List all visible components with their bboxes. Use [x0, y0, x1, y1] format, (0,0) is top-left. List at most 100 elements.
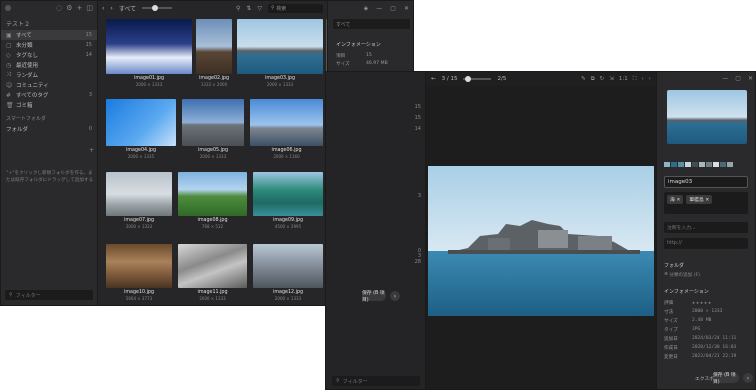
- maximize-icon[interactable]: ▢: [390, 5, 396, 12]
- zoom-knob[interactable]: [465, 76, 472, 82]
- folder-header-label: フォルダ: [6, 127, 29, 133]
- image-dimensions: 768 × 512: [201, 224, 224, 229]
- layout-icon[interactable]: ◫: [86, 4, 93, 12]
- forward-icon[interactable]: ›: [110, 5, 112, 12]
- info-key: 寸法: [664, 310, 674, 315]
- rotate-icon[interactable]: ↻: [600, 76, 605, 83]
- image-dimensions: 2000 × 1333: [199, 154, 227, 159]
- save-items-button[interactable]: 保存 (B 項目): [362, 291, 386, 303]
- thumbnail-image04[interactable]: [106, 99, 176, 146]
- image-name: image02.jpg: [199, 76, 229, 81]
- actual-size-label[interactable]: 1:1: [619, 76, 628, 83]
- thumbnail-size-slider[interactable]: [142, 5, 173, 11]
- tag-field[interactable]: 海 ✕ 軍艦島 ✕: [664, 192, 748, 214]
- caption-image06: image06.jpg 2000 × 1160: [250, 148, 323, 159]
- add-folder-icon[interactable]: +: [89, 147, 94, 154]
- back-arrow-icon[interactable]: ←: [431, 76, 436, 82]
- nav-icon: ◷: [6, 61, 12, 69]
- color-swatch[interactable]: [706, 162, 712, 167]
- color-swatch[interactable]: [685, 162, 691, 167]
- thumbnail-image02[interactable]: [196, 19, 232, 74]
- selection-name-field[interactable]: すべて: [333, 19, 410, 29]
- rating-stars[interactable]: ★★★★★: [692, 300, 712, 306]
- color-swatch[interactable]: [720, 162, 726, 167]
- preview-image[interactable]: [428, 166, 654, 316]
- settings-icon[interactable]: ⚙: [66, 4, 72, 12]
- folder-header[interactable]: フォルダ 0: [1, 124, 97, 134]
- search-input[interactable]: ⚲ 検索: [268, 3, 323, 13]
- sidebar-item-3[interactable]: ◷ 最近使用: [1, 60, 97, 70]
- info-value: 2020/12/30 16:03: [692, 345, 737, 350]
- sidebar-item-5[interactable]: ☺ コミュニティ: [1, 80, 97, 90]
- color-palette[interactable]: [664, 162, 733, 167]
- close-icon[interactable]: ✕: [748, 75, 753, 82]
- minimize-icon[interactable]: —: [722, 75, 728, 82]
- add-to-folder[interactable]: ⊕ 分類の追加 (F): [664, 272, 700, 278]
- nav-icon: ⤨: [6, 71, 11, 78]
- pin-icon[interactable]: ⚲: [236, 5, 240, 12]
- sort-icon[interactable]: ⇅: [246, 5, 251, 12]
- pin-window-icon[interactable]: ◈: [364, 5, 369, 12]
- minimize-icon[interactable]: —: [376, 5, 382, 12]
- slider-knob[interactable]: [152, 5, 159, 11]
- viewer-inspector: — ▢ ✕ image03 海 ✕ 軍艦島 ✕ 注釈を入力... http://…: [656, 72, 755, 389]
- sidebar-item-2[interactable]: ◇ タグなし 14: [1, 50, 97, 60]
- thumbnail-image09[interactable]: [253, 172, 323, 216]
- save-button[interactable]: 保存 (B 項目): [713, 373, 739, 385]
- sidebar-item-0[interactable]: ▣ すべて 15: [1, 30, 97, 40]
- edit-icon[interactable]: ✎: [581, 76, 586, 83]
- thumbnail-image12[interactable]: [253, 244, 323, 288]
- zoom-slider[interactable]: [463, 76, 492, 82]
- image-preview-area: [426, 86, 656, 389]
- info-row: 追加日 2024/03/24 11:11: [664, 336, 736, 342]
- sidebar: ◌ ⚙ + ◫ テスト２ ▣ すべて 15 ▢ 未分類 15 ◇ タグなし 14 ◷ 最近使用 ⤨ ラン…: [1, 1, 98, 305]
- image-name: image09.jpg: [273, 218, 303, 223]
- thumbnail-image08[interactable]: [178, 172, 247, 216]
- sidebar-item-4[interactable]: ⤨ ランダム: [1, 70, 97, 80]
- more-options-button[interactable]: ›: [743, 373, 753, 383]
- thumbnail-image07[interactable]: [106, 172, 172, 216]
- tag-chip[interactable]: 海 ✕: [667, 195, 684, 204]
- maximize-icon[interactable]: ▢: [735, 75, 741, 82]
- color-swatch[interactable]: [664, 162, 670, 167]
- thumbnail-image01[interactable]: [106, 19, 192, 74]
- add-icon[interactable]: +: [77, 4, 83, 12]
- color-swatch[interactable]: [692, 162, 698, 167]
- filter-input[interactable]: ⚲ フィルター: [5, 290, 93, 300]
- fit-icon[interactable]: ⇲: [609, 76, 614, 83]
- sidebar-item-1[interactable]: ▢ 未分類 15: [1, 40, 97, 50]
- prev-icon[interactable]: ‹: [642, 76, 644, 83]
- viewer-filter-input[interactable]: ⚲ フィルター: [332, 376, 420, 386]
- thumbnail-image06[interactable]: [250, 99, 323, 146]
- thumbnail-image03[interactable]: [237, 19, 323, 74]
- sidebar-item-7[interactable]: 🗑 ゴミ箱: [1, 100, 97, 110]
- nav-label: すべてのタグ: [16, 93, 49, 99]
- notes-input[interactable]: 注釈を入力...: [664, 222, 748, 233]
- next-icon[interactable]: ›: [649, 76, 651, 83]
- color-swatch[interactable]: [671, 162, 677, 167]
- notification-icon[interactable]: ◌: [56, 4, 62, 12]
- thumbnail-image11[interactable]: [178, 244, 247, 288]
- thumbnail-image05[interactable]: [182, 99, 244, 146]
- filter-icon[interactable]: ▽: [257, 5, 262, 12]
- color-swatch[interactable]: [678, 162, 684, 167]
- thumbnail-image10[interactable]: [106, 244, 172, 288]
- crop-icon[interactable]: ⧉: [591, 76, 595, 83]
- color-swatch[interactable]: [713, 162, 719, 167]
- smart-folder-header[interactable]: スマートフォルダ: [1, 110, 97, 124]
- image-name-field[interactable]: image03: [664, 176, 748, 188]
- filter-placeholder: フィルター: [342, 378, 368, 385]
- tag-chip[interactable]: 軍艦島 ✕: [686, 195, 713, 204]
- export-label[interactable]: エクスポ: [695, 375, 714, 382]
- sidebar-item-6[interactable]: # すべてのタグ 3: [1, 90, 97, 100]
- back-icon[interactable]: ‹: [102, 5, 104, 12]
- color-swatch[interactable]: [727, 162, 733, 167]
- app-menu-icon[interactable]: [5, 5, 11, 11]
- url-input[interactable]: http://: [664, 238, 748, 249]
- library-title[interactable]: テスト２: [1, 15, 97, 30]
- toolbar-title: すべて: [118, 5, 137, 13]
- more-button[interactable]: ›: [390, 291, 400, 301]
- fullscreen-icon[interactable]: ⛶: [633, 76, 637, 83]
- close-icon[interactable]: ✕: [404, 5, 409, 12]
- color-swatch[interactable]: [699, 162, 705, 167]
